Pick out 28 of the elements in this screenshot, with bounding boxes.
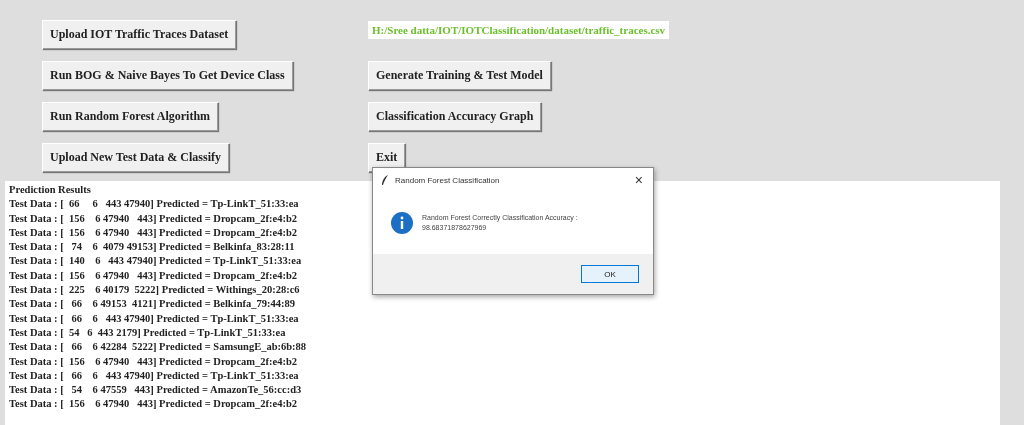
action-button[interactable]: Classification Accuracy Graph [368, 102, 542, 131]
result-line: Test Data : [ 66 6 443 47940] Predicted = Tp-LinkT_51:33:ea [9, 311, 299, 326]
dialog-title: Random Forest Classification [395, 175, 501, 185]
result-line: Test Data : [ 66 6 42284 5222] Predicted = SamsungE_ab:6b:88 [9, 340, 307, 355]
result-line: Test Data : [ 66 6 443 47940] Predicted = Tp-LinkT_51:33:ea [9, 197, 299, 212]
result-line: Test Data : [ 66 6 49153 4121] Predicted = Belkinfa_79:44:89 [9, 297, 295, 312]
result-line: Test Data : [ 156 6 47940 443] Predicted = Dropcam_2f:e4:b2 [9, 225, 298, 240]
result-line: Test Data : [ 156 6 47940 443] Predicted = Dropcam_2f:e4:b2 [9, 354, 298, 369]
results-heading: Prediction Results [9, 183, 91, 197]
result-line: Test Data : [ 66 6 443 47940] Predicted = Tp-LinkT_51:33:ea [9, 368, 299, 383]
file-path-label: H:/Sree datta/IOT/IOTClassification/dataset/traffic_traces.csv [368, 20, 670, 39]
result-line: Test Data : [ 156 6 47940 443] Predicted = Dropcam_2f:e4:b2 [9, 211, 298, 226]
action-button[interactable]: Run Random Forest Algorithm [42, 102, 219, 131]
result-line: Test Data : [ 54 6 47559 443] Predicted = AmazonTe_56:cc:d3 [9, 383, 302, 398]
ok-button[interactable]: OK [581, 265, 639, 283]
result-line: Test Data : [ 156 6 47940 443] Predicted = Dropcam_2f:e4:b2 [9, 397, 298, 412]
feather-icon [381, 174, 389, 186]
result-line: Test Data : [ 54 6 443 2179] Predicted = Tp-LinkT_51:33:ea [9, 325, 286, 340]
action-button[interactable]: Upload New Test Data & Classify [42, 143, 229, 172]
result-line: Test Data : [ 156 6 47940 443] Predicted = Dropcam_2f:e4:b2 [9, 268, 298, 283]
action-button[interactable]: Run BOG & Naive Bayes To Get Device Class [42, 61, 293, 90]
info-icon [390, 211, 414, 235]
action-button[interactable]: Upload IOT Traffic Traces Dataset [42, 20, 237, 49]
result-line: Test Data : [ 225 6 40179 5222] Predicted = Withings_20:28:c6 [9, 283, 300, 298]
result-line: Test Data : [ 74 6 4079 49153] Predicted = Belkinfa_83:28:11 [9, 240, 295, 255]
action-button[interactable]: Generate Training & Test Model [368, 61, 551, 90]
close-button[interactable]: × [628, 170, 649, 190]
result-line: Test Data : [ 140 6 443 47940] Predicted = Tp-LinkT_51:33:ea [9, 254, 302, 269]
